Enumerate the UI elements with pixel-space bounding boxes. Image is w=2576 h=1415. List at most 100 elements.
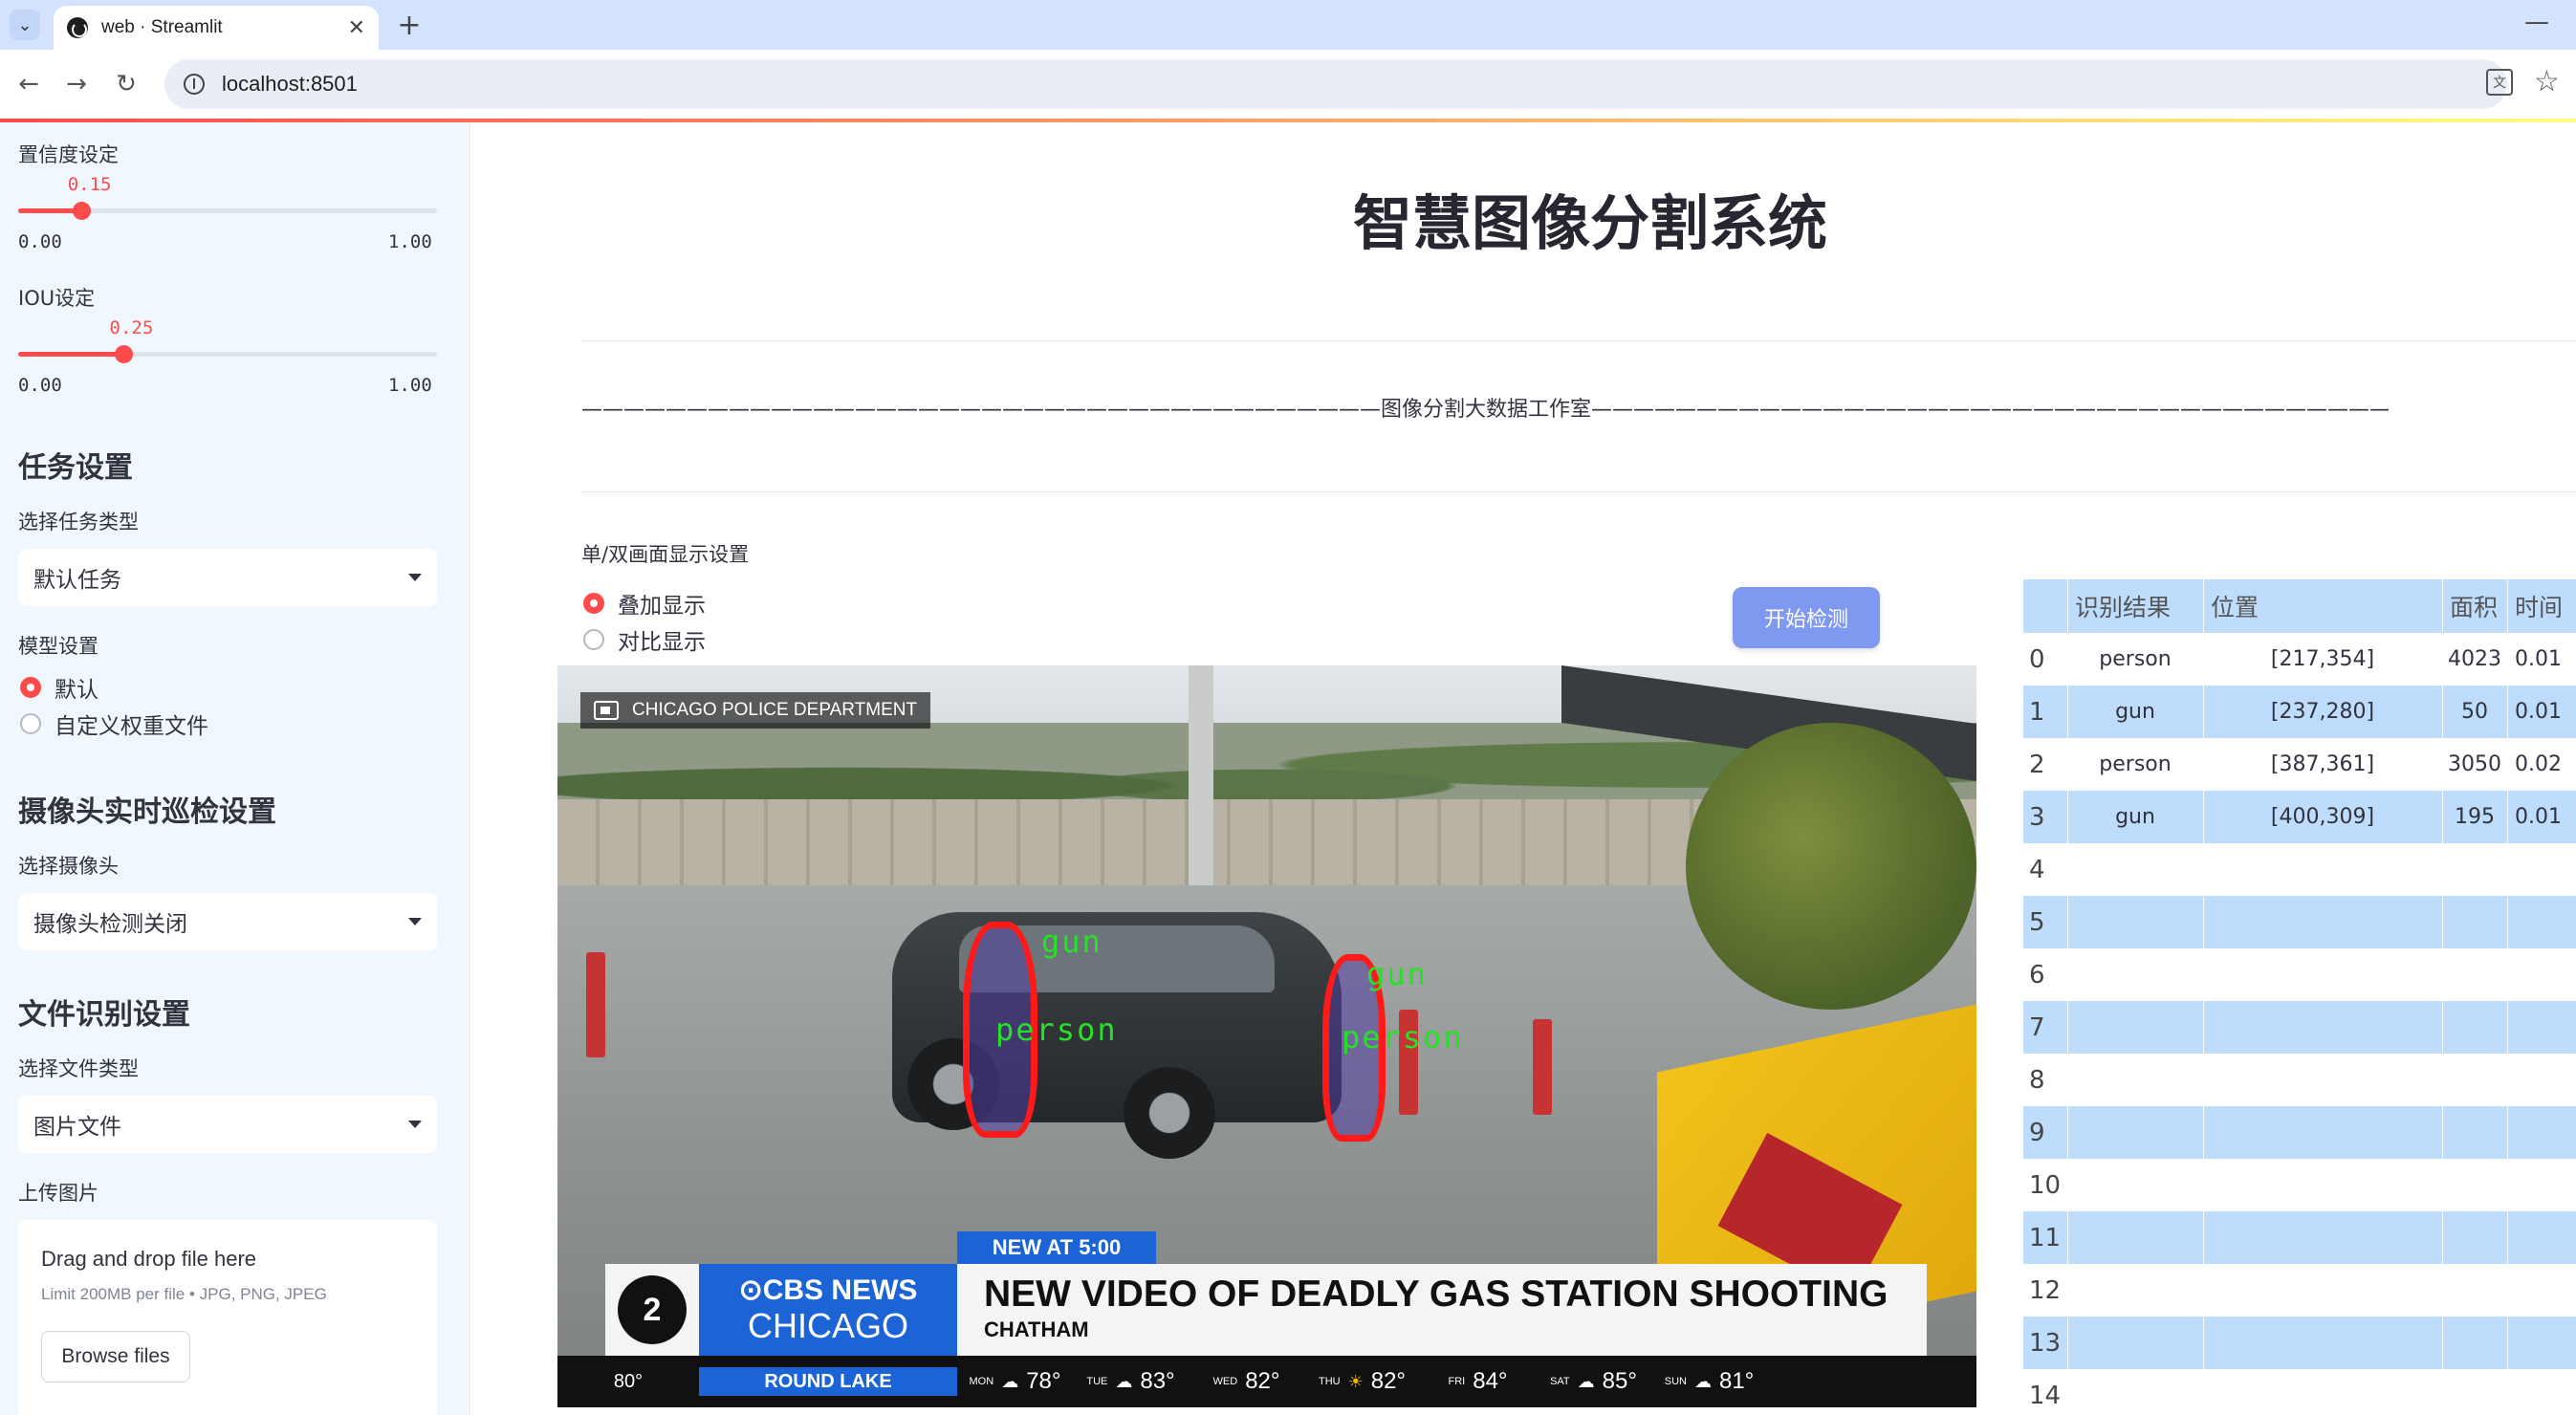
- table-cell-position: [387,361]: [2270, 752, 2375, 776]
- confidence-slider[interactable]: [18, 202, 437, 220]
- task-type-select[interactable]: 默认任务: [18, 549, 437, 606]
- forecast-day: MON ☁ 78°: [957, 1368, 1073, 1395]
- scene-wheel: [1124, 1067, 1215, 1159]
- forecast-day: SUN ☁ 81°: [1651, 1368, 1767, 1395]
- display-option-label: 叠加显示: [618, 594, 706, 619]
- camera-source-text: CHICAGO POLICE DEPARTMENT: [632, 700, 918, 720]
- file-dropzone[interactable]: Drag and drop file here Limit 200MB per …: [18, 1220, 437, 1415]
- streamlit-favicon-icon: [67, 17, 88, 38]
- news-flag: NEW AT 5:00: [957, 1231, 1156, 1264]
- file-type-select[interactable]: 图片文件: [18, 1096, 437, 1153]
- iou-slider-thumb[interactable]: [114, 345, 133, 363]
- display-option-overlay[interactable]: 叠加显示: [583, 587, 706, 620]
- table-header-cell[interactable]: 面积: [2442, 589, 2507, 623]
- news-headline: NEW VIDEO OF DEADLY GAS STATION SHOOTING: [984, 1274, 1888, 1315]
- minimize-icon[interactable]: —: [2524, 8, 2549, 36]
- table-row[interactable]: 8: [2023, 1054, 2576, 1106]
- reload-icon[interactable]: ↻: [107, 65, 145, 103]
- start-detection-button[interactable]: 开始检测: [1733, 587, 1880, 648]
- table-header-cell[interactable]: 识别结果: [2067, 589, 2203, 623]
- table-row[interactable]: 2 person [387,361] 3050 0.02: [2023, 738, 2576, 791]
- table-row[interactable]: 4: [2023, 843, 2576, 896]
- table-row[interactable]: 0 person [217,354] 4023 0.01: [2023, 633, 2576, 686]
- table-header-cell[interactable]: 位置: [2203, 589, 2442, 623]
- table-row[interactable]: 14: [2023, 1369, 2576, 1415]
- news-brand-line2: CHICAGO: [747, 1306, 908, 1345]
- model-option-label: 自定义权重文件: [55, 714, 208, 739]
- forward-icon[interactable]: →: [57, 65, 96, 103]
- table-row[interactable]: 13: [2023, 1317, 2576, 1369]
- table-row[interactable]: 1 gun [237,280] 50 0.01: [2023, 686, 2576, 738]
- table-row[interactable]: 7: [2023, 1001, 2576, 1054]
- forecast-day: SAT ☁ 85°: [1536, 1368, 1651, 1395]
- table-cell-label: gun: [2115, 700, 2155, 724]
- model-option-default[interactable]: 默认: [20, 671, 98, 704]
- table-row[interactable]: 10: [2023, 1159, 2576, 1211]
- display-mode-label: 单/双画面显示设置: [581, 543, 750, 566]
- table-cell-area: 3050: [2448, 752, 2501, 776]
- table-cell-label: person: [2099, 752, 2172, 776]
- camera-select[interactable]: 摄像头检测关闭: [18, 893, 437, 950]
- dropzone-limit: Limit 200MB per file • JPG, PNG, JPEG: [41, 1285, 327, 1303]
- column-separator: [2067, 579, 2068, 1415]
- tab-search-icon[interactable]: ⌄: [10, 10, 40, 40]
- table-row[interactable]: 9: [2023, 1106, 2576, 1159]
- row-index: 1: [2029, 697, 2045, 727]
- back-icon[interactable]: ←: [10, 65, 48, 103]
- url-text[interactable]: localhost:8501: [222, 72, 358, 97]
- sun-icon: ☀: [1347, 1371, 1364, 1391]
- camera-icon: [594, 701, 619, 720]
- row-index: 0: [2029, 644, 2045, 674]
- weather-ticker: 80° ROUND LAKE MON ☁ 78° TUE ☁ 83° WED 82° THU ☀ 8…: [557, 1356, 1976, 1407]
- table-row[interactable]: 3 gun [400,309] 195 0.01: [2023, 791, 2576, 843]
- confidence-slider-thumb[interactable]: [72, 202, 91, 220]
- forecast-day-temp: 84°: [1473, 1368, 1508, 1394]
- page-title: 智慧图像分割系统: [1352, 188, 1827, 258]
- forecast-day-name: SUN: [1664, 1376, 1687, 1387]
- detection-label-person: person: [1342, 1019, 1464, 1056]
- site-info-icon[interactable]: [184, 74, 205, 95]
- translate-icon[interactable]: 文: [2486, 69, 2513, 96]
- table-row[interactable]: 5: [2023, 896, 2576, 948]
- table-header-cell[interactable]: 时间: [2507, 589, 2576, 623]
- column-separator: [2507, 579, 2508, 1415]
- camera-source-tag: CHICAGO POLICE DEPARTMENT: [580, 692, 931, 729]
- model-option-label: 默认: [55, 678, 98, 703]
- cbs2-logo: 2: [605, 1264, 699, 1356]
- model-option-custom[interactable]: 自定义权重文件: [20, 708, 208, 740]
- iou-slider-fill: [18, 352, 123, 357]
- cloud-icon: ☁: [1001, 1371, 1019, 1391]
- news-brand-line1: ⊙CBS NEWS: [738, 1274, 918, 1306]
- scene-tree: [1686, 723, 1976, 1010]
- table-row[interactable]: 12: [2023, 1264, 2576, 1317]
- forecast-day-temp: 78°: [1026, 1368, 1061, 1394]
- chevron-down-icon: [408, 574, 422, 581]
- results-table[interactable]: 识别结果 位置 面积 时间 0 person [217,354] 4023 0.01 1 gun [2…: [2023, 579, 2576, 1415]
- model-settings-label: 模型设置: [18, 635, 98, 658]
- iou-max: 1.00: [388, 375, 432, 396]
- table-row[interactable]: 11: [2023, 1211, 2576, 1264]
- row-index: 9: [2029, 1118, 2045, 1147]
- table-header-row: 识别结果 位置 面积 时间: [2023, 579, 2576, 633]
- tab-title: web · Streamlit: [101, 17, 223, 37]
- iou-min: 0.00: [18, 375, 62, 396]
- forecast-day: FRI 84°: [1420, 1368, 1536, 1395]
- radio-unselected-icon: [583, 629, 604, 650]
- studio-banner: ——————————————————————————————————————图像…: [581, 398, 2389, 422]
- divider: [581, 340, 2576, 341]
- browse-files-button[interactable]: Browse files: [41, 1331, 190, 1382]
- cloud-icon: ☁: [1577, 1371, 1595, 1391]
- forecast-day: THU ☀ 82°: [1304, 1368, 1420, 1395]
- url-field[interactable]: localhost:8501: [164, 59, 2507, 109]
- forecast-day-name: THU: [1318, 1376, 1341, 1387]
- star-icon[interactable]: ☆: [2534, 65, 2560, 98]
- display-option-compare[interactable]: 对比显示: [583, 623, 706, 656]
- close-icon[interactable]: ✕: [348, 16, 365, 40]
- browser-tab[interactable]: web · Streamlit ✕: [54, 6, 379, 50]
- detection-label-gun: gun: [1366, 956, 1428, 992]
- dropzone-title: Drag and drop file here: [41, 1247, 257, 1271]
- table-cell-area: 50: [2461, 700, 2488, 724]
- plus-icon[interactable]: +: [392, 8, 426, 42]
- iou-slider[interactable]: [18, 345, 437, 363]
- table-row[interactable]: 6: [2023, 948, 2576, 1001]
